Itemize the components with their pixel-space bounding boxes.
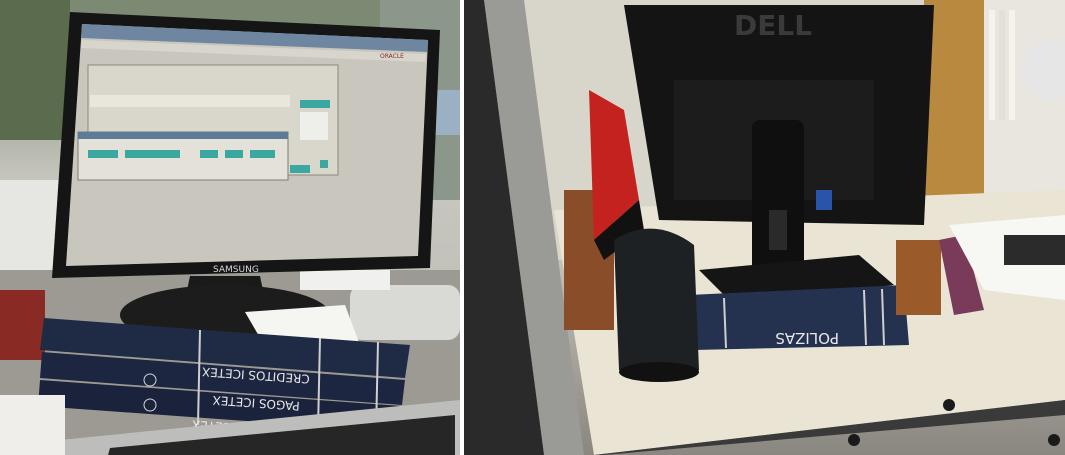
desktop-speaker (614, 228, 699, 382)
left-photo-samsung-workstation: SAMSUNG ORACLE CREDITOS ICETEX PAGOS ICE… (0, 0, 460, 455)
calculator (1004, 235, 1065, 265)
telephone (350, 285, 460, 340)
polizas-book: POLIZAS (689, 285, 909, 350)
left-photo-scene: SAMSUNG ORACLE CREDITOS ICETEX PAGOS ICE… (0, 0, 460, 455)
book-spine-polizas: POLIZAS (775, 329, 839, 347)
screen-header-logo: ORACLE (380, 53, 404, 60)
right-photo-dell-workstation: DELL POLIZAS (464, 0, 1065, 455)
monitor-brand-logo: SAMSUNG (213, 265, 259, 275)
photo-collage: SAMSUNG ORACLE CREDITOS ICETEX PAGOS ICE… (0, 0, 1065, 455)
wooden-block (896, 240, 941, 315)
dell-logo: DELL (734, 9, 812, 42)
right-photo-scene: DELL POLIZAS (464, 0, 1065, 455)
